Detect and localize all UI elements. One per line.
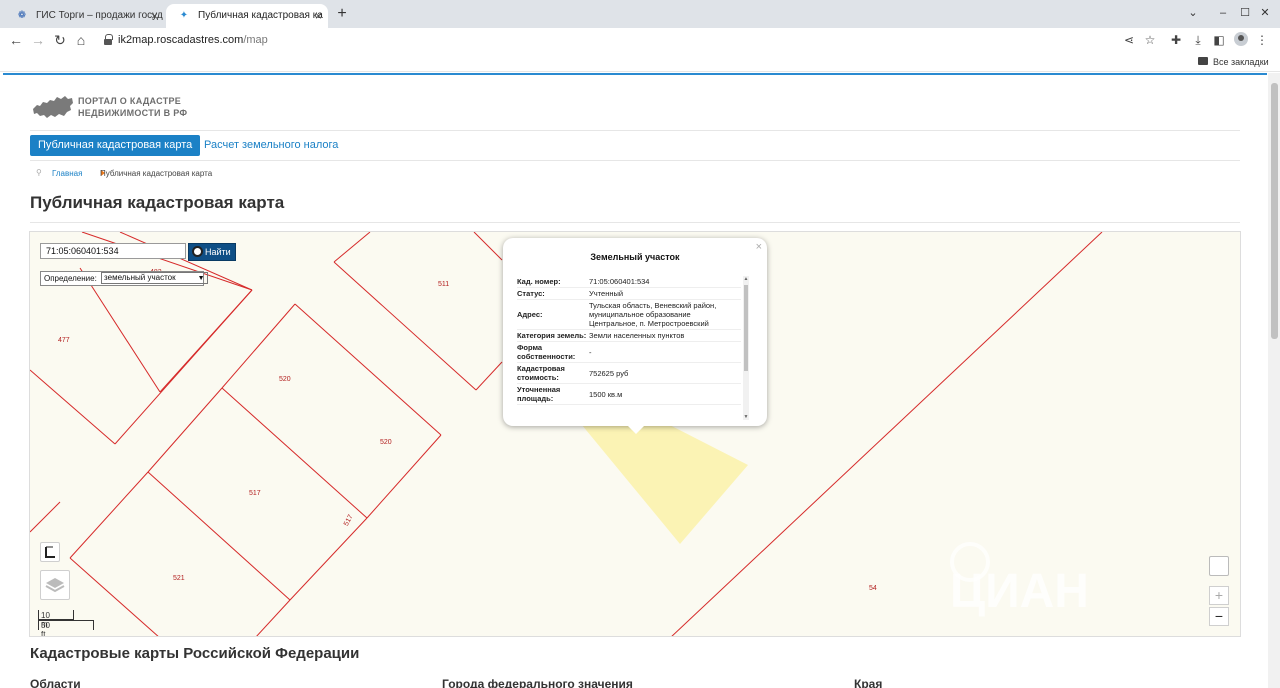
bookmark-star-icon[interactable]: ☆ (1142, 31, 1158, 49)
nav-link-land-tax[interactable]: Расчет земельного налога (204, 135, 338, 156)
divider (30, 160, 1240, 161)
address-bar[interactable]: ik2map.roscadastres.com/map (98, 30, 1178, 50)
window-close-icon[interactable]: ✕ (1258, 4, 1272, 22)
minimize-icon[interactable]: – (1216, 4, 1230, 22)
download-icon[interactable]: ⤓ (1190, 31, 1206, 49)
definition-filter: Определение: земельный участок ▼ (40, 271, 208, 286)
definition-select[interactable]: земельный участок ▼ (101, 272, 208, 284)
divider (30, 222, 1240, 223)
top-accent-line (3, 73, 1267, 75)
layers-button[interactable] (40, 570, 70, 600)
page-scrollbar[interactable] (1268, 73, 1280, 688)
forward-arrow-icon[interactable]: → (29, 31, 47, 49)
parcel-number-label: 521 (173, 575, 185, 582)
parcel-number-label: 54 (869, 585, 877, 592)
side-panel-icon[interactable]: ◧ (1211, 31, 1227, 49)
nav-tab-public-cadastral-map[interactable]: Публичная кадастровая карта (30, 135, 201, 156)
tab-search-icon[interactable]: ⌄ (1186, 4, 1200, 22)
attribute-row: Адрес: Тульская область, Веневский район,… (517, 300, 741, 330)
popup-scrollbar[interactable]: ▲ ▼ (743, 276, 749, 420)
cadastral-map[interactable]: ЦИАН 511 477 520 520 517 517 521 54 482 … (29, 231, 1241, 637)
profile-avatar-icon[interactable] (1234, 32, 1248, 46)
browser-tab-cadastral-map[interactable]: ✦ Публичная кадастровая ка × (166, 4, 328, 28)
layers-icon (45, 578, 65, 593)
parcel-number-label: 520 (279, 376, 291, 383)
share-icon[interactable]: ⋖ (1121, 31, 1137, 49)
reload-icon[interactable]: ↻ (51, 31, 69, 49)
back-arrow-icon[interactable]: ← (7, 31, 25, 49)
extensions-icon[interactable]: ✚ (1168, 31, 1184, 49)
page-content: ПОРТАЛ О КАДАСТРЕ НЕДВИЖИМОСТИ В РФ Публ… (0, 73, 1280, 688)
zoom-in-button[interactable]: + (1209, 586, 1229, 605)
parcel-number-label: 511 (438, 281, 450, 288)
column-heading-territories: Края (854, 677, 883, 688)
browser-tab-gis-torgi[interactable]: ❁ ГИС Торги – продажи госуд × (4, 4, 164, 28)
parcel-number-label: 520 (380, 439, 392, 446)
zoom-out-button[interactable]: − (1209, 607, 1229, 626)
chevron-down-icon: ▼ (197, 275, 205, 282)
home-icon[interactable]: ⌂ (72, 31, 90, 49)
cadastral-map-favicon: ✦ (179, 10, 189, 21)
divider (30, 130, 1240, 131)
site-logo-text[interactable]: ПОРТАЛ О КАДАСТРЕ НЕДВИЖИМОСТИ В РФ (78, 95, 187, 119)
attribute-row: Кадастровая стоимость: 752625 руб (517, 363, 741, 384)
column-heading-regions: Области (30, 677, 81, 688)
select-area-icon (45, 546, 55, 558)
selected-parcel (577, 418, 748, 544)
section-title: Кадастровые карты Российской Федерации (30, 645, 360, 662)
attribute-row: Статус: Учтенный (517, 288, 741, 300)
parcel-number-label: 517 (249, 490, 261, 497)
parcel-info-popup: × Земельный участок Кад. номер: 71:05:060… (503, 238, 767, 434)
tab-title: ГИС Торги – продажи госуд (36, 10, 163, 21)
column-heading-federal-cities: Города федерального значения (442, 677, 633, 688)
browser-toolbar: ← → ↻ ⌂ ik2map.roscadastres.com/map ⋖ ☆ … (0, 28, 1280, 52)
search-button[interactable]: Найти (188, 243, 236, 261)
lock-icon (104, 33, 113, 47)
cadastral-search-input[interactable] (40, 243, 186, 259)
zoom-control: + − (1209, 586, 1229, 626)
gis-torgi-favicon: ❁ (17, 10, 27, 21)
select-area-button[interactable] (40, 542, 60, 562)
attribute-row: Форма собственности: - (517, 342, 741, 363)
folder-icon (1198, 57, 1208, 65)
scrollbar-thumb[interactable] (1271, 83, 1278, 339)
breadcrumb-home-link[interactable]: Главная (52, 169, 82, 178)
all-bookmarks-button[interactable]: Все закладки (1213, 55, 1269, 69)
russia-map-logo-icon[interactable] (32, 93, 74, 121)
maximize-icon[interactable]: ☐ (1238, 4, 1252, 22)
url-text: ik2map.roscadastres.com/map (118, 34, 268, 46)
popup-title: Земельный участок (590, 252, 680, 262)
parcel-number-label: 477 (58, 337, 70, 344)
menu-kebab-icon[interactable]: ⋮ (1254, 31, 1270, 49)
attribute-row: Уточненная площадь: 1500 кв.м (517, 384, 741, 405)
bookmarks-bar: Все закладки (0, 52, 1280, 72)
popup-pointer (627, 425, 645, 434)
map-watermark: ЦИАН (950, 565, 1089, 618)
scroll-down-icon[interactable]: ▼ (743, 414, 749, 420)
page-title: Публичная кадастровая карта (30, 193, 285, 212)
popup-attributes: Кад. номер: 71:05:060401:534 Статус: Учтен… (517, 276, 741, 418)
browser-tab-bar: ❁ ГИС Торги – продажи госуд × ✦ Публична… (0, 0, 1280, 28)
location-pin-icon: ⚲ (36, 168, 42, 177)
attribute-row: Кад. номер: 71:05:060401:534 (517, 276, 741, 288)
close-tab-icon[interactable]: × (151, 4, 158, 28)
close-tab-icon[interactable]: × (315, 4, 322, 28)
breadcrumb-current: Публичная кадастровая карта (100, 169, 213, 178)
cursor-icon (192, 246, 203, 257)
new-tab-icon[interactable]: + (334, 4, 350, 24)
fullscreen-button[interactable] (1209, 556, 1229, 576)
attribute-row: Категория земель: Земли населенных пункто… (517, 330, 741, 342)
scroll-up-icon[interactable]: ▲ (743, 276, 749, 282)
tab-title: Публичная кадастровая ка (198, 10, 323, 21)
